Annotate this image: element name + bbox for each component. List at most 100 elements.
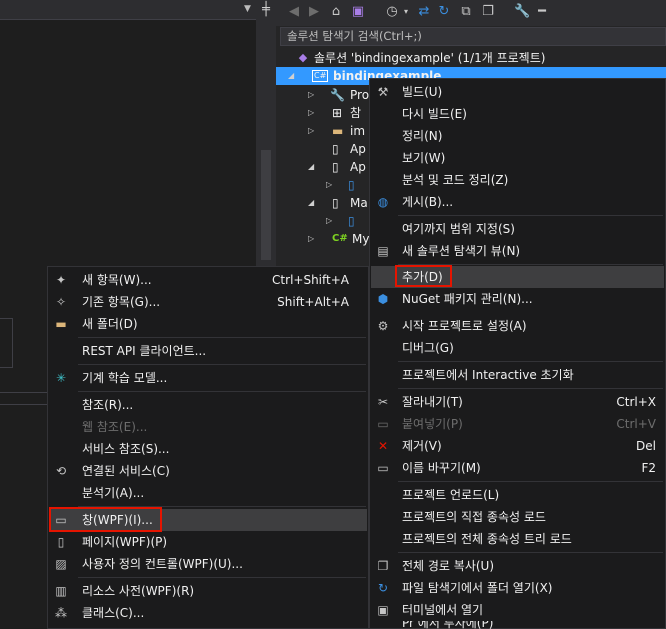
csharp-icon: C# <box>332 233 348 244</box>
paste-icon: ▭ <box>377 417 389 431</box>
divider <box>78 364 366 365</box>
menu-item-open-in-terminal[interactable]: ▣ 터미널에서 열기 <box>371 599 664 621</box>
new-folder-icon: ▬ <box>55 317 67 331</box>
menu-item-load-dep-tree[interactable]: 프로젝트의 전체 종속성 트리 로드 <box>371 528 664 550</box>
copy-icon: ❐ <box>377 559 389 573</box>
collapse-all-icon[interactable]: ⧉ <box>458 4 474 20</box>
rename-icon: ▭ <box>377 461 389 475</box>
new-item-icon: ✦ <box>55 273 67 287</box>
forward-icon[interactable]: ▶ <box>306 4 322 20</box>
menu-item-interactive-init[interactable]: 프로젝트에서 Interactive 초기화 <box>371 364 664 386</box>
search-input[interactable]: 솔루션 탐색기 검색(Ctrl+;) <box>280 27 666 46</box>
menu-item-unload-project[interactable]: 프로젝트 언로드(L) <box>371 484 664 506</box>
nuget-icon: ⬢ <box>377 292 389 306</box>
menu-item-class[interactable]: ⁂ 클래스(C)... <box>49 602 367 624</box>
menu-item-existing-item[interactable]: ✧ 기존 항목(G)... Shift+Alt+A <box>49 291 367 313</box>
connected-service-icon: ⟲ <box>55 464 67 478</box>
build-icon: ⚒ <box>377 85 389 99</box>
menu-item-copy-full-path[interactable]: ❐ 전체 경로 복사(U) <box>371 555 664 577</box>
menu-item-new-item[interactable]: ✦ 새 항목(W)... Ctrl+Shift+A <box>49 269 367 291</box>
back-icon[interactable]: ◀ <box>286 4 302 20</box>
add-submenu: ✦ 새 항목(W)... Ctrl+Shift+A ✧ 기존 항목(G)... Shif… <box>47 266 369 629</box>
xaml-file-icon: ▯ <box>332 160 339 174</box>
menu-item-new-folder[interactable]: ▬ 새 폴더(D) <box>49 313 367 335</box>
menu-item-clean[interactable]: 정리(N) <box>371 125 664 147</box>
menu-item-build[interactable]: ⚒ 빌드(U) <box>371 81 664 103</box>
expanded-arrow-icon[interactable]: ◢ <box>288 67 298 85</box>
split-icon[interactable]: ╪ <box>256 1 276 19</box>
refresh-icon: ↻ <box>377 581 389 595</box>
menu-item-reference[interactable]: 참조(R)... <box>49 394 367 416</box>
divider <box>78 577 366 578</box>
menu-item-analyzer[interactable]: 분석기(A)... <box>49 482 367 504</box>
scrollbar-thumb[interactable] <box>261 150 271 260</box>
refresh-icon[interactable]: ↻ <box>436 4 452 20</box>
menu-item-connected-service[interactable]: ⟲ 연결된 서비스(C) <box>49 460 367 482</box>
divider <box>398 481 663 482</box>
editor-panel-edge <box>0 318 13 368</box>
ml-model-icon: ✳ <box>55 371 67 385</box>
page-icon: ▯ <box>57 535 65 549</box>
menu-item-rest-api-client[interactable]: REST API 클라이언트... <box>49 340 367 362</box>
folder-icon: ▬ <box>332 124 344 138</box>
menu-item-set-startup[interactable]: ⚙ 시작 프로젝트로 설정(A) <box>371 315 664 337</box>
cs-file-icon: ▯ <box>348 178 355 192</box>
menu-item-cutoff[interactable]: Pr 에서 투자에(P) <box>371 621 664 629</box>
menu-item-new-solution-explorer-view[interactable]: ▤ 새 솔루션 탐색기 뷰(N) <box>371 240 664 262</box>
menu-item-web-reference[interactable]: 웹 참조(E)... <box>49 416 367 438</box>
xaml-file-icon: ▯ <box>332 142 339 156</box>
switch-views-icon[interactable]: ▣ <box>350 4 366 20</box>
scissors-icon: ✂ <box>377 395 389 409</box>
menu-item-resource-dictionary-wpf[interactable]: ▥ 리소스 사전(WPF)(R) <box>49 580 367 602</box>
menu-item-publish[interactable]: ◍ 게시(B)... <box>371 191 664 213</box>
menu-item-service-reference[interactable]: 서비스 참조(S)... <box>49 438 367 460</box>
tree-solution-node[interactable]: ◆ 솔루션 'bindingexample' (1/1개 프로젝트) <box>276 49 666 67</box>
user-control-icon: ▨ <box>55 557 67 571</box>
menu-item-ml-model[interactable]: ✳ 기계 학습 모델... <box>49 367 367 389</box>
menu-item-manage-nuget[interactable]: ⬢ NuGet 패키지 관리(N)... <box>371 288 664 310</box>
menu-item-page-wpf[interactable]: ▯ 페이지(WPF)(P) <box>49 531 367 553</box>
references-icon: ⊞ <box>332 106 343 120</box>
divider <box>78 337 366 338</box>
divider <box>398 388 663 389</box>
highlight-box <box>49 507 162 532</box>
divider <box>398 215 663 216</box>
pin-icon[interactable]: ━ <box>534 4 550 20</box>
solution-explorer-toolbar: ◀ ▶ ⌂ ▣ ◷ ▾ ⇄ ↻ ⧉ ❐ 🔧 ━ <box>276 0 666 26</box>
menu-item-debug[interactable]: 디버그(G) <box>371 337 664 359</box>
divider <box>78 391 366 392</box>
gear-icon: ⚙ <box>377 319 389 333</box>
menu-item-view[interactable]: 보기(W) <box>371 147 664 169</box>
project-context-menu: ⚒ 빌드(U) 다시 빌드(E) 정리(N) 보기(W) 분석 및 코드 정리(Z… <box>369 78 666 629</box>
csharp-project-icon: C# <box>312 70 329 82</box>
editor-navigation-bar[interactable] <box>0 0 258 20</box>
properties-wrench-icon[interactable]: 🔧 <box>514 4 530 20</box>
divider <box>398 361 663 362</box>
menu-item-rebuild[interactable]: 다시 빌드(E) <box>371 103 664 125</box>
menu-item-scope-to-this[interactable]: 여기까지 범위 지정(S) <box>371 218 664 240</box>
show-all-files-icon[interactable]: ❐ <box>480 4 496 20</box>
globe-icon: ◍ <box>377 195 389 209</box>
existing-item-icon: ✧ <box>55 295 67 309</box>
resource-dictionary-icon: ▥ <box>55 584 67 598</box>
menu-item-rename[interactable]: ▭ 이름 바꾸기(M) F2 <box>371 457 664 479</box>
menu-item-cut[interactable]: ✂ 잘라내기(T) Ctrl+X <box>371 391 664 413</box>
chevron-down-icon[interactable]: ▾ <box>398 4 414 20</box>
chevron-down-icon[interactable]: ▼ <box>244 4 251 14</box>
cs-file-icon: ▯ <box>348 214 355 228</box>
terminal-icon: ▣ <box>377 603 389 617</box>
highlight-box <box>395 265 452 287</box>
home-icon[interactable]: ⌂ <box>328 4 344 20</box>
class-icon: ⁂ <box>55 606 67 620</box>
divider <box>398 552 663 553</box>
menu-item-user-control-wpf[interactable]: ▨ 사용자 정의 컨트롤(WPF)(U)... <box>49 553 367 575</box>
menu-item-paste[interactable]: ▭ 붙여넣기(P) Ctrl+V <box>371 413 664 435</box>
menu-item-remove[interactable]: ✕ 제거(V) Del <box>371 435 664 457</box>
xaml-file-icon: ▯ <box>332 196 339 210</box>
menu-item-analyze[interactable]: 분석 및 코드 정리(Z) <box>371 169 664 191</box>
new-view-icon: ▤ <box>377 244 389 258</box>
menu-item-open-in-explorer[interactable]: ↻ 파일 탐색기에서 폴더 열기(X) <box>371 577 664 599</box>
menu-item-load-direct-deps[interactable]: 프로젝트의 직접 종속성 로드 <box>371 506 664 528</box>
sync-icon[interactable]: ⇄ <box>416 4 432 20</box>
delete-icon: ✕ <box>377 439 389 453</box>
